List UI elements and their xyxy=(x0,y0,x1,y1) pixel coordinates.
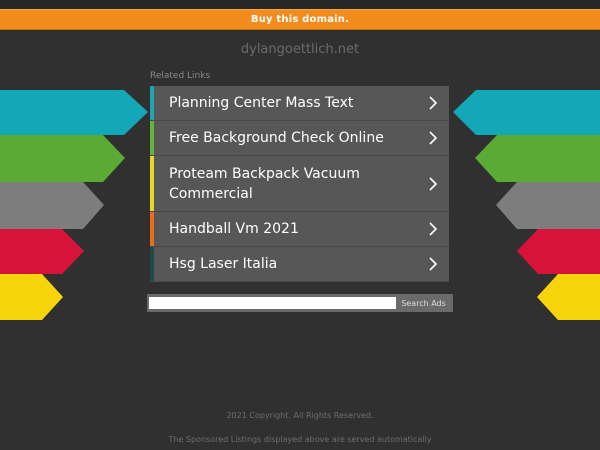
right-arrow-yellow xyxy=(537,274,600,320)
chevron-right-icon xyxy=(429,222,438,236)
right-arrow-teal xyxy=(453,90,600,135)
related-link-label: Hsg Laser Italia xyxy=(169,256,278,272)
copyright-text: 2021 Copyright. All Rights Reserved. xyxy=(226,411,374,420)
left-arrow-teal xyxy=(0,90,148,135)
link-accent xyxy=(150,86,154,120)
domain-name: dylangoettlich.net xyxy=(240,42,360,57)
search-ads-button[interactable]: Search Ads xyxy=(396,296,451,310)
related-link-label: Planning Center Mass Text xyxy=(169,95,354,111)
link-accent xyxy=(150,247,154,281)
chevron-right-icon xyxy=(429,131,438,145)
buy-domain-bar: Buy this domain. xyxy=(0,9,600,30)
link-accent xyxy=(150,212,154,246)
chevron-right-icon xyxy=(429,257,438,271)
related-link-5[interactable]: Hsg Laser Italia xyxy=(150,247,449,282)
related-link-label: Free Background Check Online xyxy=(169,130,384,146)
search-form: Search Ads xyxy=(147,294,453,312)
disclaimer-text: The Sponsored Listings displayed above a… xyxy=(168,435,432,444)
chevron-right-icon xyxy=(429,96,438,110)
chevron-right-icon xyxy=(429,176,438,191)
page: Buy this domain. dylangoettlich.net Rela… xyxy=(0,0,600,450)
left-arrow-green xyxy=(0,135,125,182)
buy-domain-link[interactable]: Buy this domain. xyxy=(251,14,349,25)
left-arrow-red xyxy=(0,229,84,274)
search-input[interactable] xyxy=(149,297,396,309)
related-link-label: Proteam Backpack Vacuum Commercial xyxy=(169,165,360,202)
link-accent xyxy=(150,121,154,155)
link-accent xyxy=(150,156,154,211)
related-links-title: Related Links xyxy=(150,71,211,81)
related-links-list: Planning Center Mass Text Free Backgroun… xyxy=(150,86,449,282)
related-link-2[interactable]: Free Background Check Online xyxy=(150,121,449,156)
related-link-1[interactable]: Planning Center Mass Text xyxy=(150,86,449,121)
related-link-4[interactable]: Handball Vm 2021 xyxy=(150,212,449,247)
top-strip xyxy=(0,0,600,9)
right-arrow-grey xyxy=(496,182,600,229)
right-arrow-green xyxy=(475,135,600,182)
related-link-3[interactable]: Proteam Backpack Vacuum Commercial xyxy=(150,156,449,212)
right-arrow-red xyxy=(517,229,600,274)
left-arrow-grey xyxy=(0,182,104,229)
left-arrow-yellow xyxy=(0,274,63,320)
related-link-label: Handball Vm 2021 xyxy=(169,221,299,237)
